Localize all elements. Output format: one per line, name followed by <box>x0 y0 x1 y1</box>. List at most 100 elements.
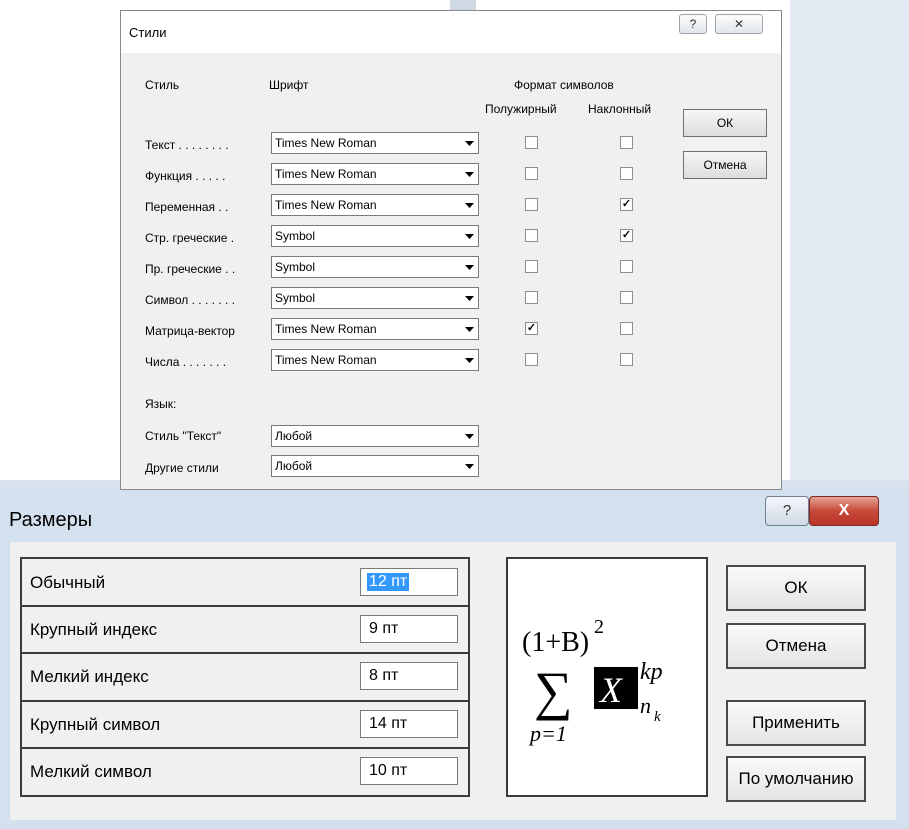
size-row-label: Мелкий символ <box>30 761 152 781</box>
style-row-label: Пр. греческие . . <box>145 262 236 276</box>
italic-checkbox[interactable]: ✓ <box>620 229 633 242</box>
size-input[interactable]: 10 пт <box>360 756 458 785</box>
font-select-value: Symbol <box>275 229 316 243</box>
checkmark-icon: ✓ <box>526 322 537 334</box>
lang-other-styles-select[interactable]: Любой <box>271 455 479 477</box>
cancel-button-label: Отмена <box>703 158 747 172</box>
apply-button[interactable]: Применить <box>726 700 866 746</box>
font-select[interactable]: Times New Roman <box>271 349 479 371</box>
italic-checkbox[interactable] <box>620 167 633 180</box>
sizes-dialog: Размеры ? X Обычный 12 пт Крупный индекс 9 … <box>0 490 909 829</box>
bold-checkbox[interactable] <box>525 291 538 304</box>
size-row: Мелкий символ 10 пт <box>22 748 468 794</box>
size-input[interactable]: 9 пт <box>360 615 458 644</box>
styles-dialog-title: Стили <box>129 25 167 40</box>
font-select[interactable]: Symbol <box>271 256 479 278</box>
chevron-down-icon <box>461 227 477 245</box>
chevron-down-icon <box>461 427 477 445</box>
size-input-value: 12 пт <box>367 573 410 591</box>
font-select[interactable]: Times New Roman <box>271 132 479 154</box>
size-input-value: 14 пт <box>369 714 408 732</box>
formula-subsubscript: k <box>654 709 661 725</box>
ok-button[interactable]: ОК <box>683 109 767 137</box>
italic-checkbox[interactable] <box>620 353 633 366</box>
font-select-value: Times New Roman <box>275 167 377 181</box>
formula-preview-image: (1+B) 2 ∑ X kp n k p=1 <box>522 616 663 746</box>
chevron-down-icon <box>461 134 477 152</box>
chevron-down-icon <box>461 351 477 369</box>
default-button[interactable]: По умолчанию <box>726 756 866 802</box>
close-icon: ✕ <box>733 17 745 31</box>
font-column-header: Шрифт <box>269 78 309 92</box>
default-button-label: По умолчанию <box>738 769 854 788</box>
size-row: Крупный индекс 9 пт <box>22 606 468 652</box>
cancel-button[interactable]: Отмена <box>726 623 866 669</box>
close-button[interactable]: X <box>809 496 879 526</box>
bold-checkbox[interactable] <box>525 198 538 211</box>
cancel-button[interactable]: Отмена <box>683 151 767 179</box>
font-select[interactable]: Times New Roman <box>271 163 479 185</box>
italic-checkbox[interactable] <box>620 136 633 149</box>
size-input-value: 10 пт <box>369 761 408 779</box>
checkmark-icon: ✓ <box>621 229 632 241</box>
lang-select-value: Любой <box>275 429 313 443</box>
help-icon: ? <box>689 17 697 31</box>
language-label: Язык: <box>145 397 177 411</box>
italic-checkbox[interactable] <box>620 260 633 273</box>
italic-checkbox[interactable]: ✓ <box>620 198 633 211</box>
ok-button-label: ОК <box>784 578 808 597</box>
close-button[interactable]: ✕ <box>715 14 763 34</box>
chevron-down-icon <box>461 196 477 214</box>
bold-checkbox[interactable] <box>525 260 538 273</box>
size-row: Обычный 12 пт <box>22 559 468 605</box>
styles-dialog: Стили ? ✕ Стиль Шрифт Формат символов По… <box>120 10 782 490</box>
font-select-value: Times New Roman <box>275 353 377 367</box>
style-row-label: Матрица-вектор <box>145 324 235 338</box>
style-row-label: Стр. греческие . <box>145 231 235 245</box>
bold-checkbox[interactable]: ✓ <box>525 322 538 335</box>
style-column-header: Стиль <box>145 78 180 92</box>
bold-checkbox[interactable] <box>525 229 538 242</box>
font-select[interactable]: Symbol <box>271 287 479 309</box>
font-select[interactable]: Times New Roman <box>271 194 479 216</box>
help-button[interactable]: ? <box>679 14 707 34</box>
font-select[interactable]: Symbol <box>271 225 479 247</box>
cancel-button-label: Отмена <box>765 636 827 655</box>
italic-checkbox[interactable] <box>620 291 633 304</box>
lang-text-style-select[interactable]: Любой <box>271 425 479 447</box>
checkmark-icon: ✓ <box>621 198 632 210</box>
font-select-value: Times New Roman <box>275 198 377 212</box>
font-select-value: Times New Roman <box>275 322 377 336</box>
bold-checkbox[interactable] <box>525 136 538 149</box>
formula-superscript: kp <box>640 659 663 685</box>
chevron-down-icon <box>461 258 477 276</box>
sizes-dialog-title: Размеры <box>9 509 93 531</box>
char-format-header: Формат символов <box>514 78 614 92</box>
style-row-label: Символ . . . . . . . <box>145 293 235 307</box>
size-input[interactable]: 8 пт <box>360 662 458 691</box>
size-input[interactable]: 12 пт <box>360 568 458 596</box>
help-button[interactable]: ? <box>765 496 809 526</box>
style-row-label: Числа . . . . . . . <box>145 355 227 369</box>
chevron-down-icon <box>461 289 477 307</box>
ok-button[interactable]: ОК <box>726 565 866 611</box>
italic-column-header: Наклонный <box>588 102 652 116</box>
formula-preview: (1+B) 2 ∑ X kp n k p=1 <box>506 557 708 797</box>
sizes-client-area: Обычный 12 пт Крупный индекс 9 пт Мелкий инд… <box>10 542 896 820</box>
formula-power: 2 <box>594 616 604 638</box>
size-row: Крупный символ 14 пт <box>22 701 468 747</box>
size-input-value: 9 пт <box>369 620 399 638</box>
sum-symbol: ∑ <box>534 661 573 721</box>
italic-checkbox[interactable] <box>620 322 633 335</box>
bold-column-header: Полужирный <box>485 102 557 116</box>
font-select[interactable]: Times New Roman <box>271 318 479 340</box>
formula-matrix: X <box>598 670 624 710</box>
lang-select-value: Любой <box>275 459 313 473</box>
size-input[interactable]: 14 пт <box>360 709 458 738</box>
lang-row-label: Стиль "Текст" <box>145 429 222 443</box>
size-row-label: Крупный индекс <box>30 620 158 640</box>
bold-checkbox[interactable] <box>525 353 538 366</box>
size-row-label: Крупный символ <box>30 714 161 734</box>
bold-checkbox[interactable] <box>525 167 538 180</box>
formula-numerator: (1+B) <box>522 627 589 658</box>
